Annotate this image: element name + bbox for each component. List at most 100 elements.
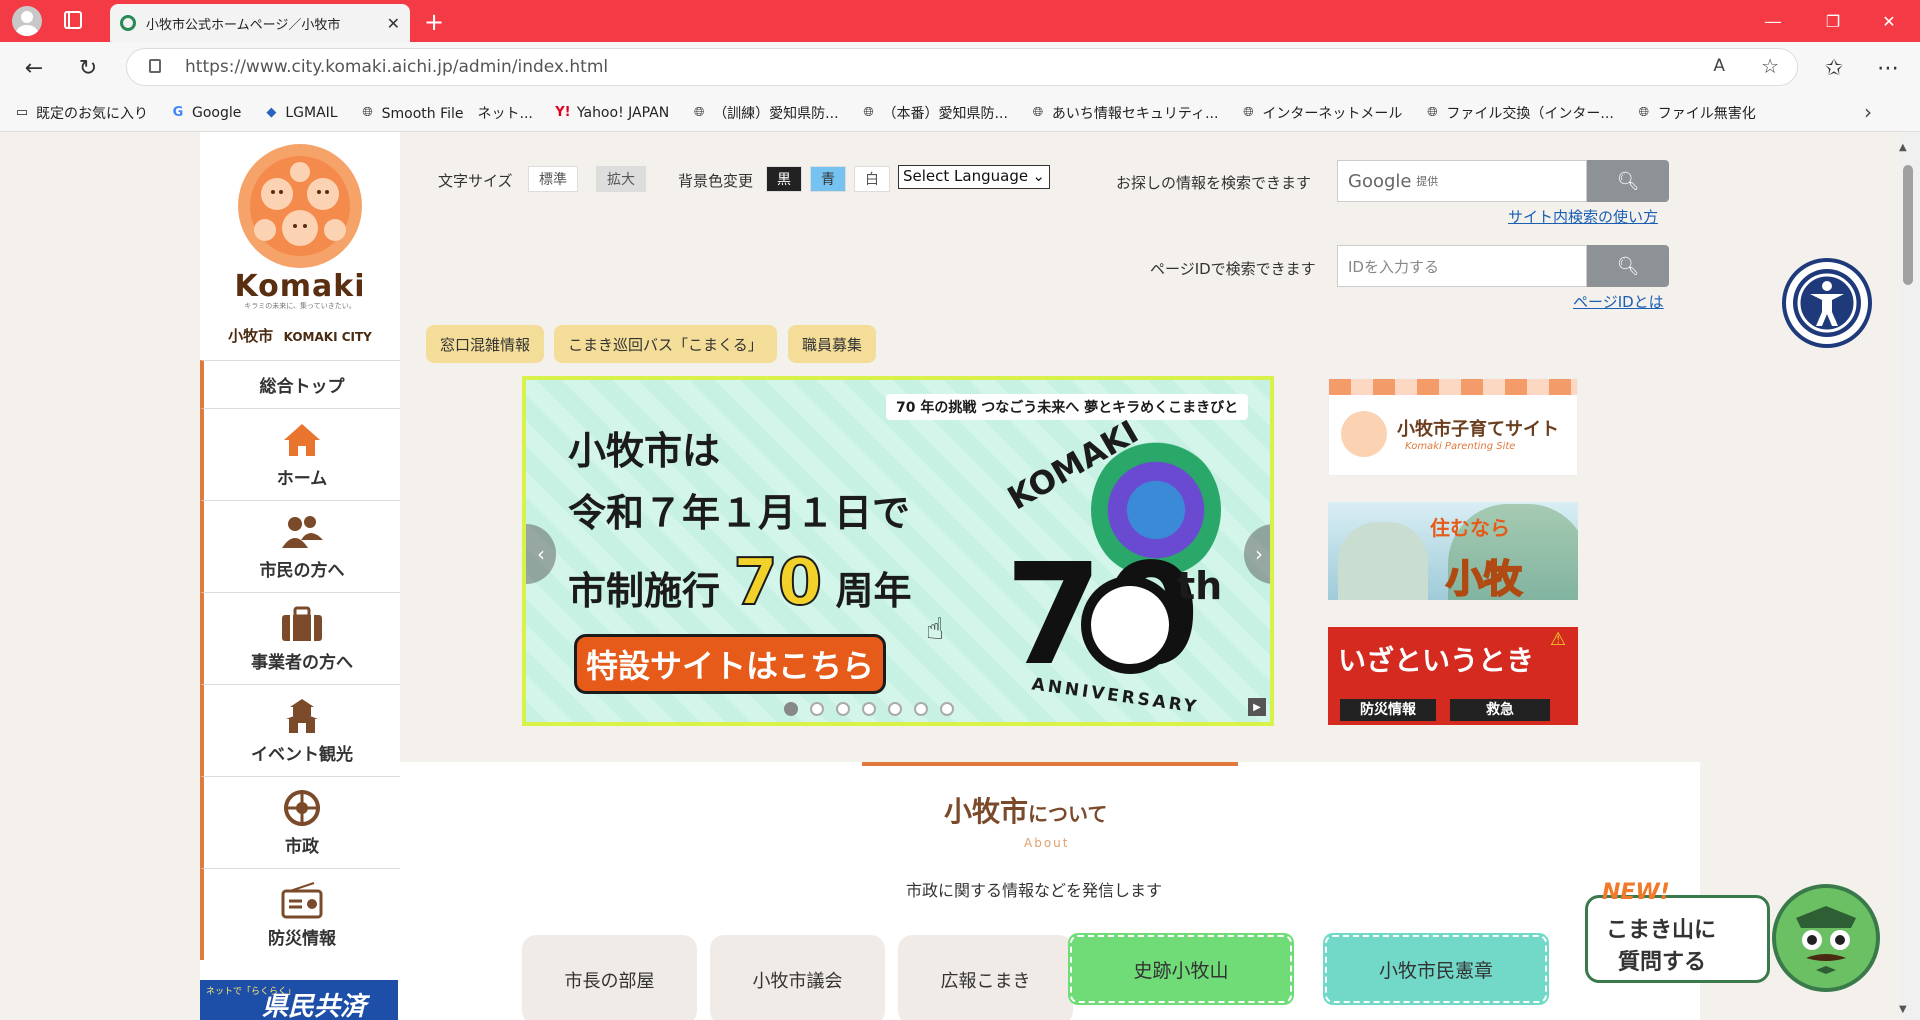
bookmark-label: Yahoo! JAPAN — [576, 104, 670, 121]
scrollbar-thumb[interactable] — [1903, 165, 1913, 285]
search-help-link[interactable]: サイト内検索の使い方 — [1508, 206, 1658, 227]
chatbot-mascot[interactable] — [1772, 884, 1880, 992]
kenmin-kyosai-banner[interactable]: ネットで「らくらく」 県民共済 — [200, 980, 398, 1020]
bookmark-internet-mail[interactable]: 🌐︎ インターネットメール — [1240, 103, 1402, 123]
bookmark-smoothfile[interactable]: 🌐︎ Smooth File ネット... — [360, 103, 532, 123]
special-site-button[interactable]: 特設サイトはこちら — [574, 634, 886, 694]
url-field[interactable]: https://www.city.komaki.aichi.jp/admin/i… — [126, 48, 1798, 86]
carousel-dot[interactable] — [810, 702, 824, 716]
scroll-down-icon[interactable]: ▼ — [1899, 1004, 1907, 1015]
pill-counter-congestion[interactable]: 窓口混雑情報 — [426, 325, 545, 363]
emergency-button[interactable]: 救急 — [1450, 699, 1550, 721]
nav-government[interactable]: 市政 — [200, 776, 400, 868]
read-aloud-icon[interactable]: A — [1713, 56, 1725, 76]
card-label: 市長の部屋 — [564, 971, 655, 992]
font-large-button[interactable]: 拡大 — [596, 166, 646, 192]
browser-tab[interactable]: 小牧市公式ホームページ／小牧市 ✕ — [110, 4, 410, 42]
bookmark-yahoo[interactable]: Y! Yahoo! JAPAN — [555, 105, 669, 121]
city-logo[interactable]: Komaki キラミの未来に、集っていきたい。 小牧市 KOMAKI CITY — [210, 140, 390, 350]
chevron-right-icon[interactable]: › — [1864, 100, 1872, 124]
nav-citizens[interactable]: 市民の方へ — [200, 500, 400, 592]
city-mascot-logo-icon — [238, 144, 362, 268]
scroll-up-icon[interactable]: ▲ — [1899, 142, 1907, 153]
pageid-input[interactable]: IDを入力する — [1337, 245, 1587, 287]
bookmark-lgmail[interactable]: ◆ LGMAIL — [263, 105, 337, 121]
koho-komaki-card[interactable]: 広報こまき — [898, 935, 1073, 1020]
bg-black-button[interactable]: 黒 — [766, 166, 802, 192]
bookmark-production[interactable]: 🌐︎ （本番）愛知県防... — [861, 103, 1008, 123]
new-tab-icon[interactable]: + — [418, 6, 450, 38]
carousel-dot[interactable] — [914, 702, 928, 716]
favorites-icon[interactable]: ✩ — [1818, 52, 1850, 84]
hero-carousel[interactable]: 70 年の挑戦 つなごう未来へ 夢とキラめくこまきびと 小牧市は 令和７年１月１… — [522, 376, 1274, 726]
bg-white-button[interactable]: 白 — [854, 166, 890, 192]
bookmark-google[interactable]: G Google — [170, 105, 242, 121]
bookmark-training[interactable]: 🌐︎ （訓練）愛知県防... — [691, 103, 839, 123]
komakiyama-ruins-button[interactable]: 史跡小牧山 — [1070, 935, 1292, 1003]
nav-events[interactable]: イベント観光 — [200, 684, 400, 776]
nav-top[interactable]: 総合トップ — [200, 360, 400, 408]
nav-business[interactable]: 事業者の方へ — [200, 592, 400, 684]
yahoo-icon: Y! — [555, 105, 571, 120]
about-accent-line — [862, 762, 1238, 766]
bookmark-security[interactable]: 🌐︎ あいち情報セキュリティ... — [1030, 103, 1219, 123]
teal-card-label: 小牧市民憲章 — [1378, 959, 1493, 982]
live-in-komaki-banner[interactable]: 住むなら 小牧 — [1328, 502, 1578, 600]
bookmark-label: ファイル交換（インター... — [1446, 105, 1614, 122]
bookmark-file-sanitize[interactable]: 🌐︎ ファイル無害化 — [1636, 103, 1756, 123]
tab-close-icon[interactable]: ✕ — [387, 14, 400, 33]
awning-stripes — [1329, 379, 1577, 395]
parenting-sub: Komaki Parenting Site — [1405, 441, 1516, 452]
bookmark-folder[interactable]: ▭ 既定のお気に入り — [14, 103, 148, 123]
chevron-down-icon: ⌄ — [1032, 167, 1045, 185]
mayor-room-card[interactable]: 市長の部屋 — [522, 935, 697, 1020]
pageid-search-button[interactable]: 🔍︎ — [1587, 245, 1669, 287]
nav-top-label: 総合トップ — [259, 377, 345, 397]
close-window-icon[interactable]: ✕ — [1866, 0, 1912, 42]
nav-business-label: 事業者の方へ — [251, 653, 353, 673]
profile-avatar-icon[interactable] — [12, 6, 42, 36]
carousel-line3a: 市制施行 — [568, 569, 721, 613]
pill-komakuru-bus[interactable]: こまき巡回バス「こまくる」 — [554, 325, 777, 363]
nav-home[interactable]: ホーム — [200, 408, 400, 500]
anniversary-logo: KOMAKI 70 th ANNIVERSARY — [981, 413, 1261, 718]
back-icon[interactable]: ← — [18, 52, 50, 84]
carousel-dot[interactable] — [940, 702, 954, 716]
pageid-help-link[interactable]: ページIDとは — [1573, 291, 1664, 312]
minimize-icon[interactable]: ― — [1750, 0, 1796, 42]
carousel-dot[interactable] — [836, 702, 850, 716]
chatbot-bubble[interactable]: NEW! こまき山に 質問する — [1585, 880, 1770, 983]
citizens-charter-button[interactable]: 小牧市民憲章 — [1325, 935, 1547, 1003]
tab-title: 小牧市公式ホームページ／小牧市 — [146, 17, 341, 33]
bookmark-label: 既定のお気に入り — [36, 105, 148, 122]
nav-government-label: 市政 — [285, 837, 319, 857]
accessibility-icon — [1793, 269, 1861, 337]
about-title-suffix: について — [1028, 802, 1108, 826]
favorite-star-icon[interactable]: ☆ — [1761, 54, 1779, 78]
carousel-dot[interactable] — [888, 702, 902, 716]
restore-icon[interactable]: ❐ — [1810, 0, 1856, 42]
accessibility-button[interactable] — [1782, 258, 1872, 348]
search-button[interactable]: 🔍︎ — [1587, 160, 1669, 202]
site-search-input[interactable]: Google 提供 — [1337, 160, 1587, 202]
nav-disaster[interactable]: 防災情報 — [200, 868, 400, 960]
bookmark-label: ファイル無害化 — [1657, 105, 1756, 122]
site-favicon-icon — [120, 15, 136, 31]
disaster-info-button[interactable]: 防災情報 — [1340, 699, 1436, 721]
carousel-dot[interactable] — [862, 702, 876, 716]
language-select[interactable]: Select Language ⌄ — [898, 165, 1050, 189]
carousel-dot[interactable] — [784, 702, 798, 716]
more-menu-icon[interactable]: ⋯ — [1872, 52, 1904, 84]
reload-icon[interactable]: ↻ — [72, 52, 104, 84]
parenting-site-banner[interactable]: 小牧市子育てサイト Komaki Parenting Site — [1328, 378, 1578, 476]
city-council-card[interactable]: 小牧市議会 — [710, 935, 885, 1020]
font-standard-button[interactable]: 標準 — [528, 166, 578, 192]
pill-recruitment[interactable]: 職員募集 — [788, 325, 877, 363]
logo-wordmark: Komaki — [234, 269, 366, 304]
bookmark-file-exchange[interactable]: 🌐︎ ファイル交換（インター... — [1424, 103, 1614, 123]
emergency-banner[interactable]: いざというとき ⚠ 防災情報 救急 — [1328, 627, 1578, 725]
nav-events-label: イベント観光 — [251, 745, 353, 765]
play-icon[interactable]: ▶ — [1248, 698, 1266, 716]
bg-blue-button[interactable]: 青 — [810, 166, 846, 192]
tab-actions-icon[interactable] — [64, 11, 82, 29]
